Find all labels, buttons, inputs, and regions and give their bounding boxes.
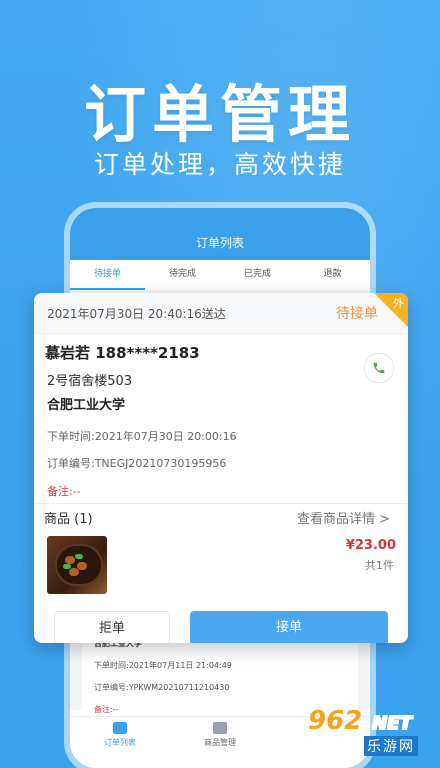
goods-count-label: 商品 (1)	[44, 512, 93, 527]
tab-to-complete[interactable]: 待完成	[145, 260, 220, 290]
order-time: 下单时间:2021年07月30日 20:00:16	[47, 430, 237, 443]
order-card: 2021年07月30日 20:40:16送达 待接单 外 慕岩若 188****…	[34, 293, 408, 643]
goods-detail-link[interactable]: 查看商品详情 >	[297, 508, 390, 527]
nav-goods-manage[interactable]: 商品管理	[170, 717, 270, 757]
back-card-order-no: 订单编号:YPKWM20210711210430	[94, 683, 230, 692]
nav-order-list[interactable]: 订单列表	[70, 717, 170, 757]
phone-header-title: 订单列表	[70, 208, 370, 260]
site-watermark-logo: 962.NET 乐游网	[308, 706, 436, 756]
back-card-note: 备注:--	[94, 705, 119, 714]
goods-manage-icon	[213, 722, 227, 734]
customer-name-phone: 慕岩若 188****2183	[45, 344, 200, 362]
school-name: 合肥工业大学	[47, 398, 126, 413]
tab-refund[interactable]: 退款	[295, 260, 370, 290]
watermark-number: 962.NET	[308, 706, 412, 736]
goods-price: ¥23.00	[345, 538, 396, 553]
call-button[interactable]	[364, 353, 394, 383]
reject-order-button[interactable]: 拒单	[54, 611, 170, 643]
phone-icon	[373, 362, 385, 374]
order-tabs: 待接单 待完成 已完成 退款	[70, 260, 370, 291]
status-badge: 待接单	[336, 306, 378, 322]
goods-quantity: 共1件	[365, 559, 394, 572]
nav-goods-manage-label: 商品管理	[204, 738, 236, 747]
watermark-subtitle: 乐游网	[364, 736, 418, 756]
food-thumbnail	[47, 536, 107, 594]
promo-headline: 订单管理	[83, 78, 356, 151]
order-number: 订单编号:TNEGJ20210730195956	[47, 457, 227, 470]
tab-completed[interactable]: 已完成	[220, 260, 295, 290]
accept-order-button[interactable]: 接单	[190, 611, 388, 643]
takeout-corner-label: 外	[393, 297, 404, 310]
delivery-address: 2号宿舍楼503	[47, 374, 133, 389]
promo-subheadline: 订单处理，高效快捷	[93, 150, 346, 179]
tab-pending[interactable]: 待接单	[70, 260, 145, 290]
delivery-time: 2021年07月30日 20:40:16送达	[47, 307, 226, 321]
back-card-order-time: 下单时间:2021年07月11日 21:04:49	[94, 661, 232, 670]
nav-order-list-label: 订单列表	[104, 738, 136, 747]
order-note: 备注:--	[47, 485, 81, 498]
divider	[34, 503, 408, 504]
order-list-icon	[113, 722, 127, 734]
order-card-header: 2021年07月30日 20:40:16送达 待接单 外	[34, 293, 408, 334]
